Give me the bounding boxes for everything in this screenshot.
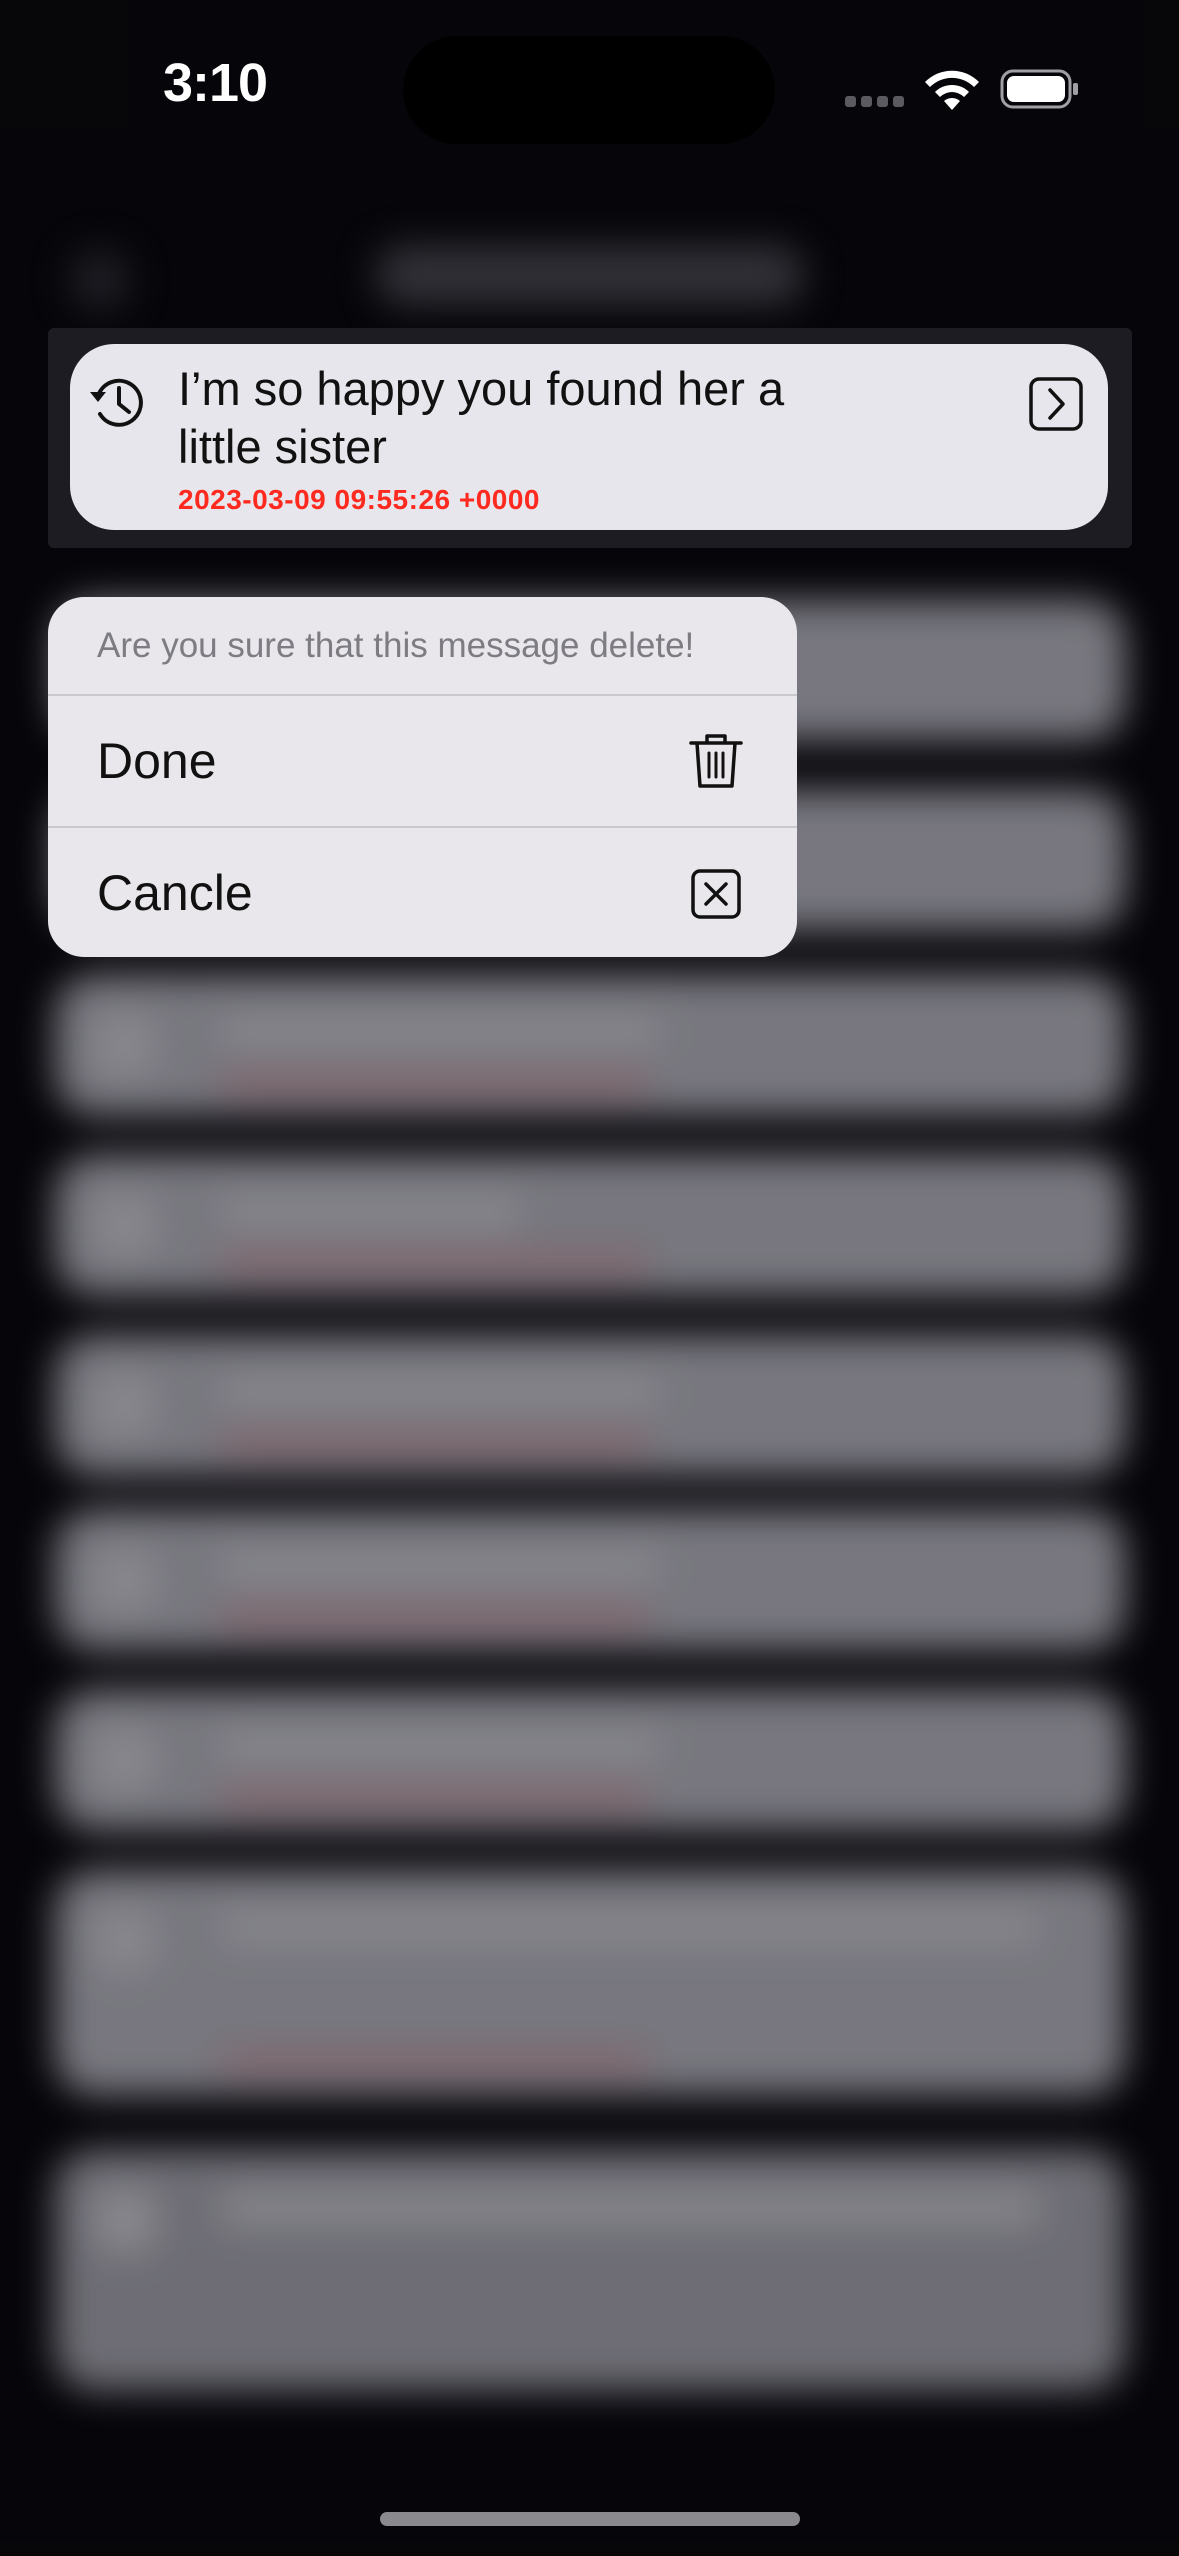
history-icon [90,378,143,427]
menu-prompt: Are you sure that this message delete! [48,597,797,696]
home-indicator[interactable] [380,2512,800,2526]
trash-icon [689,734,743,788]
message-timestamp: 2023-03-09 09:55:26 +0000 [178,484,541,515]
done-button[interactable]: Done [48,696,797,826]
xmark-square-icon [691,869,741,919]
status-bar: 3:10 [0,0,1179,180]
status-time: 3:10 [162,53,268,113]
wifi-icon [925,70,979,110]
message-card[interactable]: I’m so happy you found her a little sist… [70,344,1108,530]
dynamic-island [403,36,775,144]
delete-confirmation-menu: Are you sure that this message delete! D… [48,597,797,957]
done-label: Done [97,733,217,789]
chevron-right-square-icon[interactable] [1028,376,1084,432]
cancel-label: Cancle [97,865,253,921]
cellular-signal-icon [845,96,905,108]
battery-icon [1000,69,1078,109]
cancel-button[interactable]: Cancle [48,826,797,957]
message-text: I’m so happy you found her a little sist… [178,362,785,473]
